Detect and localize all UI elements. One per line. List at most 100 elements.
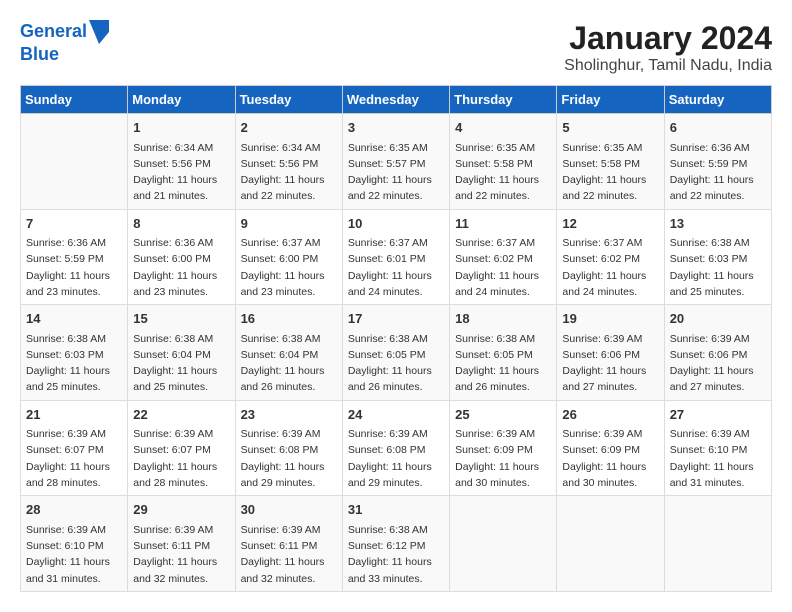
day-number: 7 bbox=[26, 214, 122, 234]
day-number: 24 bbox=[348, 405, 444, 425]
calendar-cell: 3Sunrise: 6:35 AM Sunset: 5:57 PM Daylig… bbox=[342, 114, 449, 210]
header-wednesday: Wednesday bbox=[342, 86, 449, 114]
day-info: Sunrise: 6:36 AM Sunset: 5:59 PM Dayligh… bbox=[26, 235, 122, 300]
calendar-cell: 30Sunrise: 6:39 AM Sunset: 6:11 PM Dayli… bbox=[235, 496, 342, 592]
day-number: 15 bbox=[133, 309, 229, 329]
day-info: Sunrise: 6:39 AM Sunset: 6:08 PM Dayligh… bbox=[348, 426, 444, 491]
calendar-cell bbox=[450, 496, 557, 592]
calendar-cell: 20Sunrise: 6:39 AM Sunset: 6:06 PM Dayli… bbox=[664, 305, 771, 401]
day-info: Sunrise: 6:39 AM Sunset: 6:09 PM Dayligh… bbox=[455, 426, 551, 491]
day-info: Sunrise: 6:34 AM Sunset: 5:56 PM Dayligh… bbox=[133, 140, 229, 205]
calendar-cell: 16Sunrise: 6:38 AM Sunset: 6:04 PM Dayli… bbox=[235, 305, 342, 401]
day-number: 17 bbox=[348, 309, 444, 329]
calendar-cell: 26Sunrise: 6:39 AM Sunset: 6:09 PM Dayli… bbox=[557, 400, 664, 496]
calendar-cell: 2Sunrise: 6:34 AM Sunset: 5:56 PM Daylig… bbox=[235, 114, 342, 210]
day-number: 13 bbox=[670, 214, 766, 234]
calendar-cell: 19Sunrise: 6:39 AM Sunset: 6:06 PM Dayli… bbox=[557, 305, 664, 401]
page-subtitle: Sholinghur, Tamil Nadu, India bbox=[564, 57, 772, 75]
calendar-cell: 21Sunrise: 6:39 AM Sunset: 6:07 PM Dayli… bbox=[21, 400, 128, 496]
day-info: Sunrise: 6:34 AM Sunset: 5:56 PM Dayligh… bbox=[241, 140, 337, 205]
logo-icon bbox=[89, 20, 109, 44]
calendar-cell: 7Sunrise: 6:36 AM Sunset: 5:59 PM Daylig… bbox=[21, 209, 128, 305]
week-row-0: 1Sunrise: 6:34 AM Sunset: 5:56 PM Daylig… bbox=[21, 114, 772, 210]
day-number: 5 bbox=[562, 118, 658, 138]
calendar-cell: 9Sunrise: 6:37 AM Sunset: 6:00 PM Daylig… bbox=[235, 209, 342, 305]
calendar-cell: 31Sunrise: 6:38 AM Sunset: 6:12 PM Dayli… bbox=[342, 496, 449, 592]
calendar-cell: 1Sunrise: 6:34 AM Sunset: 5:56 PM Daylig… bbox=[128, 114, 235, 210]
day-number: 26 bbox=[562, 405, 658, 425]
day-number: 22 bbox=[133, 405, 229, 425]
day-number: 1 bbox=[133, 118, 229, 138]
day-info: Sunrise: 6:39 AM Sunset: 6:07 PM Dayligh… bbox=[133, 426, 229, 491]
calendar-header-row: SundayMondayTuesdayWednesdayThursdayFrid… bbox=[21, 86, 772, 114]
day-info: Sunrise: 6:36 AM Sunset: 6:00 PM Dayligh… bbox=[133, 235, 229, 300]
header-monday: Monday bbox=[128, 86, 235, 114]
calendar-cell: 29Sunrise: 6:39 AM Sunset: 6:11 PM Dayli… bbox=[128, 496, 235, 592]
calendar-cell: 28Sunrise: 6:39 AM Sunset: 6:10 PM Dayli… bbox=[21, 496, 128, 592]
week-row-2: 14Sunrise: 6:38 AM Sunset: 6:03 PM Dayli… bbox=[21, 305, 772, 401]
calendar-cell: 23Sunrise: 6:39 AM Sunset: 6:08 PM Dayli… bbox=[235, 400, 342, 496]
day-info: Sunrise: 6:39 AM Sunset: 6:10 PM Dayligh… bbox=[670, 426, 766, 491]
calendar-cell: 8Sunrise: 6:36 AM Sunset: 6:00 PM Daylig… bbox=[128, 209, 235, 305]
day-info: Sunrise: 6:38 AM Sunset: 6:03 PM Dayligh… bbox=[26, 331, 122, 396]
header-tuesday: Tuesday bbox=[235, 86, 342, 114]
logo-text-line1: General bbox=[20, 21, 87, 43]
calendar-cell bbox=[664, 496, 771, 592]
calendar-cell: 6Sunrise: 6:36 AM Sunset: 5:59 PM Daylig… bbox=[664, 114, 771, 210]
day-number: 25 bbox=[455, 405, 551, 425]
header-sunday: Sunday bbox=[21, 86, 128, 114]
week-row-1: 7Sunrise: 6:36 AM Sunset: 5:59 PM Daylig… bbox=[21, 209, 772, 305]
day-number: 30 bbox=[241, 500, 337, 520]
header-thursday: Thursday bbox=[450, 86, 557, 114]
day-number: 16 bbox=[241, 309, 337, 329]
header-friday: Friday bbox=[557, 86, 664, 114]
calendar-table: SundayMondayTuesdayWednesdayThursdayFrid… bbox=[20, 85, 772, 592]
day-number: 31 bbox=[348, 500, 444, 520]
day-number: 8 bbox=[133, 214, 229, 234]
day-number: 19 bbox=[562, 309, 658, 329]
day-info: Sunrise: 6:38 AM Sunset: 6:05 PM Dayligh… bbox=[455, 331, 551, 396]
day-info: Sunrise: 6:35 AM Sunset: 5:57 PM Dayligh… bbox=[348, 140, 444, 205]
day-number: 11 bbox=[455, 214, 551, 234]
day-info: Sunrise: 6:36 AM Sunset: 5:59 PM Dayligh… bbox=[670, 140, 766, 205]
day-number: 6 bbox=[670, 118, 766, 138]
calendar-cell: 15Sunrise: 6:38 AM Sunset: 6:04 PM Dayli… bbox=[128, 305, 235, 401]
calendar-cell bbox=[21, 114, 128, 210]
day-number: 14 bbox=[26, 309, 122, 329]
day-number: 2 bbox=[241, 118, 337, 138]
calendar-cell: 17Sunrise: 6:38 AM Sunset: 6:05 PM Dayli… bbox=[342, 305, 449, 401]
calendar-cell: 13Sunrise: 6:38 AM Sunset: 6:03 PM Dayli… bbox=[664, 209, 771, 305]
week-row-3: 21Sunrise: 6:39 AM Sunset: 6:07 PM Dayli… bbox=[21, 400, 772, 496]
page-title: January 2024 bbox=[564, 20, 772, 57]
calendar-cell: 11Sunrise: 6:37 AM Sunset: 6:02 PM Dayli… bbox=[450, 209, 557, 305]
calendar-cell: 18Sunrise: 6:38 AM Sunset: 6:05 PM Dayli… bbox=[450, 305, 557, 401]
logo-text-line2: Blue bbox=[20, 44, 109, 66]
day-number: 28 bbox=[26, 500, 122, 520]
day-info: Sunrise: 6:39 AM Sunset: 6:06 PM Dayligh… bbox=[562, 331, 658, 396]
day-info: Sunrise: 6:38 AM Sunset: 6:03 PM Dayligh… bbox=[670, 235, 766, 300]
day-number: 20 bbox=[670, 309, 766, 329]
day-info: Sunrise: 6:37 AM Sunset: 6:01 PM Dayligh… bbox=[348, 235, 444, 300]
day-number: 18 bbox=[455, 309, 551, 329]
calendar-cell: 27Sunrise: 6:39 AM Sunset: 6:10 PM Dayli… bbox=[664, 400, 771, 496]
day-info: Sunrise: 6:39 AM Sunset: 6:11 PM Dayligh… bbox=[241, 522, 337, 587]
page-header: General Blue January 2024 Sholinghur, Ta… bbox=[20, 20, 772, 75]
calendar-cell: 22Sunrise: 6:39 AM Sunset: 6:07 PM Dayli… bbox=[128, 400, 235, 496]
day-info: Sunrise: 6:37 AM Sunset: 6:02 PM Dayligh… bbox=[455, 235, 551, 300]
calendar-cell: 14Sunrise: 6:38 AM Sunset: 6:03 PM Dayli… bbox=[21, 305, 128, 401]
calendar-cell: 5Sunrise: 6:35 AM Sunset: 5:58 PM Daylig… bbox=[557, 114, 664, 210]
day-number: 9 bbox=[241, 214, 337, 234]
day-info: Sunrise: 6:38 AM Sunset: 6:12 PM Dayligh… bbox=[348, 522, 444, 587]
logo: General Blue bbox=[20, 20, 109, 66]
day-info: Sunrise: 6:39 AM Sunset: 6:11 PM Dayligh… bbox=[133, 522, 229, 587]
title-section: January 2024 Sholinghur, Tamil Nadu, Ind… bbox=[564, 20, 772, 75]
day-info: Sunrise: 6:35 AM Sunset: 5:58 PM Dayligh… bbox=[455, 140, 551, 205]
day-info: Sunrise: 6:37 AM Sunset: 6:00 PM Dayligh… bbox=[241, 235, 337, 300]
day-number: 3 bbox=[348, 118, 444, 138]
calendar-cell: 4Sunrise: 6:35 AM Sunset: 5:58 PM Daylig… bbox=[450, 114, 557, 210]
day-number: 4 bbox=[455, 118, 551, 138]
day-info: Sunrise: 6:38 AM Sunset: 6:05 PM Dayligh… bbox=[348, 331, 444, 396]
calendar-cell: 10Sunrise: 6:37 AM Sunset: 6:01 PM Dayli… bbox=[342, 209, 449, 305]
day-info: Sunrise: 6:39 AM Sunset: 6:09 PM Dayligh… bbox=[562, 426, 658, 491]
day-number: 12 bbox=[562, 214, 658, 234]
